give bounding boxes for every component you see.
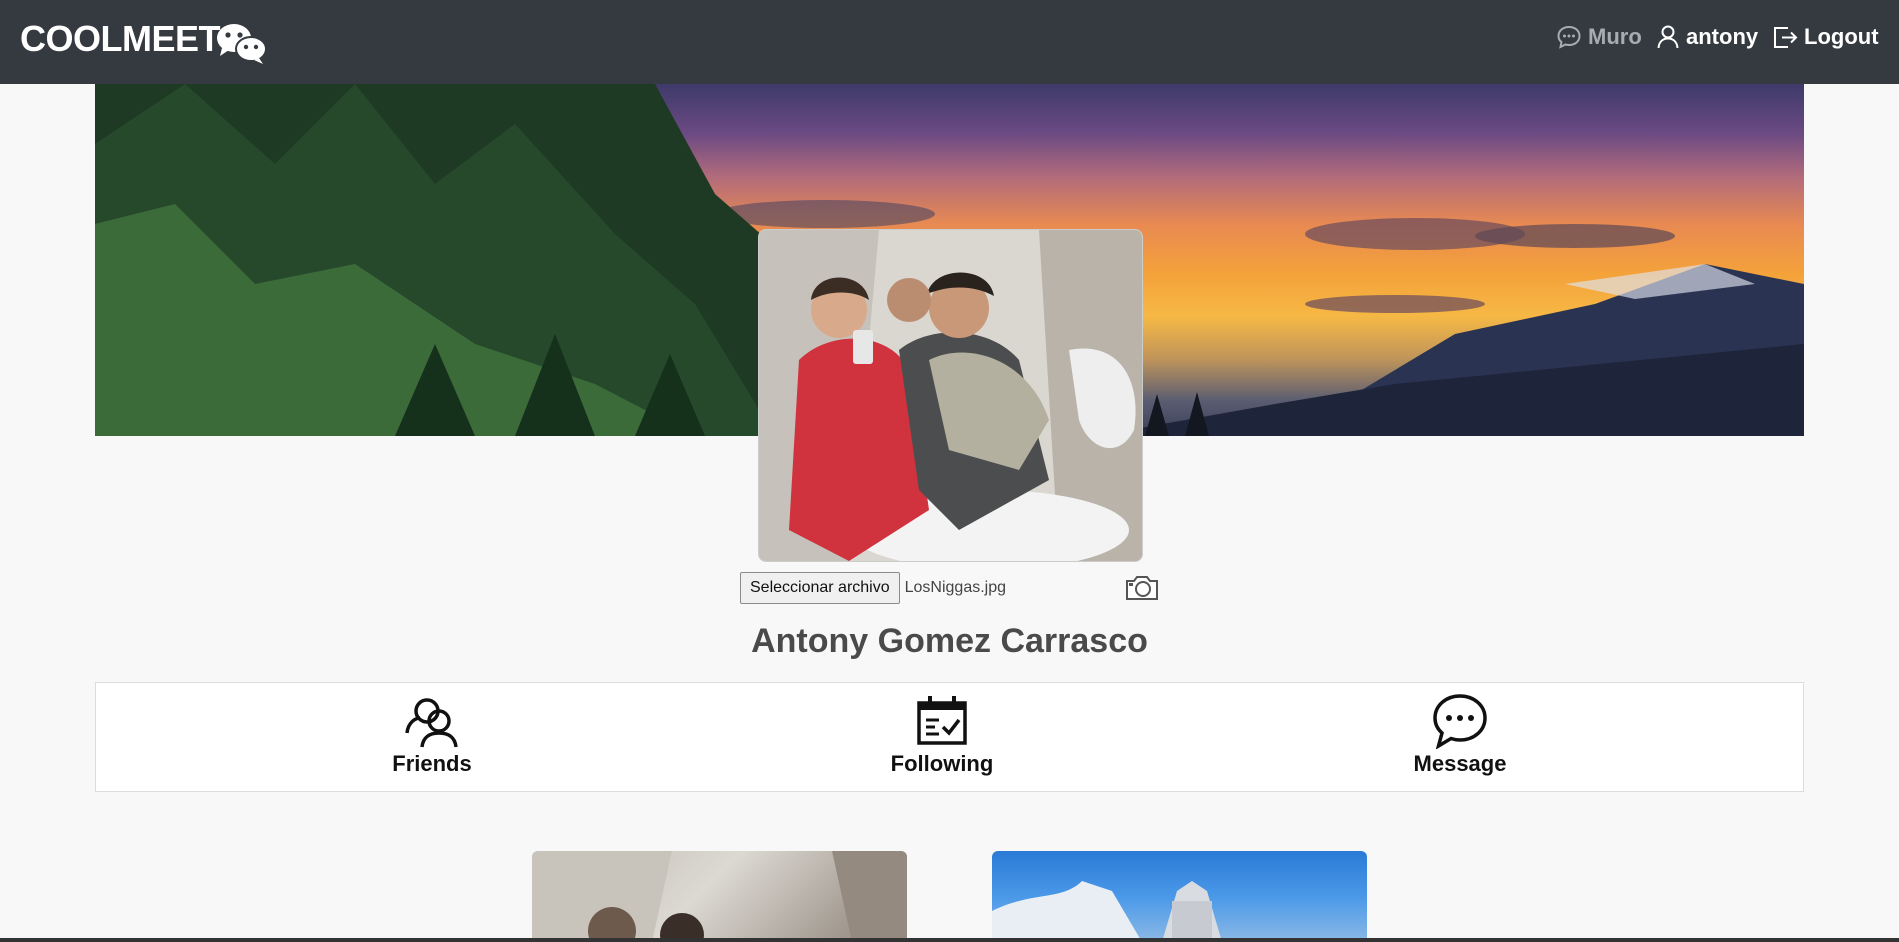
- nav-logout-link[interactable]: Logout: [1772, 22, 1879, 52]
- camera-icon[interactable]: [1124, 574, 1160, 602]
- wechat-icon[interactable]: [216, 22, 268, 66]
- nav-muro-link[interactable]: Muro: [1556, 22, 1642, 52]
- calendar-check-icon: [917, 696, 967, 745]
- top-navbar: COOLMEET Muro antony Logout: [0, 0, 1899, 84]
- post-thumbnail[interactable]: [992, 851, 1367, 942]
- user-icon: [1657, 25, 1679, 49]
- friends-label: Friends: [392, 751, 472, 776]
- message-dots-icon: [1433, 694, 1487, 749]
- following-label: Following: [890, 751, 994, 776]
- logout-icon: [1774, 27, 1798, 48]
- nav-logout-label: Logout: [1804, 24, 1879, 49]
- following-button[interactable]: Following: [842, 693, 1042, 777]
- profile-full-name: Antony Gomez Carrasco: [751, 622, 1148, 660]
- selected-file-name: LosNiggas.jpg: [904, 579, 1007, 596]
- friends-button[interactable]: Friends: [332, 693, 532, 777]
- nav-user-label: antony: [1686, 24, 1759, 49]
- post-thumbnail-image: [532, 851, 907, 942]
- page-bottom-edge: [0, 938, 1899, 942]
- message-button[interactable]: Message: [1360, 693, 1560, 777]
- message-label: Message: [1413, 751, 1507, 776]
- brand-logo-text[interactable]: COOLMEET: [20, 18, 221, 60]
- profile-photo-image: [759, 230, 1142, 561]
- file-input[interactable]: Seleccionar archivo LosNiggas.jpg: [740, 572, 1006, 604]
- choose-file-button[interactable]: Seleccionar archivo: [740, 572, 900, 604]
- nav-user-link[interactable]: antony: [1656, 22, 1758, 52]
- post-thumbnail[interactable]: [532, 851, 907, 942]
- post-thumbnail-image: [992, 881, 1222, 942]
- friends-icon: [405, 698, 458, 748]
- profile-photo[interactable]: [758, 229, 1143, 562]
- profile-action-bar: Friends Following Message: [95, 682, 1804, 792]
- chat-icon: [1557, 25, 1581, 49]
- nav-muro-label: Muro: [1588, 24, 1642, 49]
